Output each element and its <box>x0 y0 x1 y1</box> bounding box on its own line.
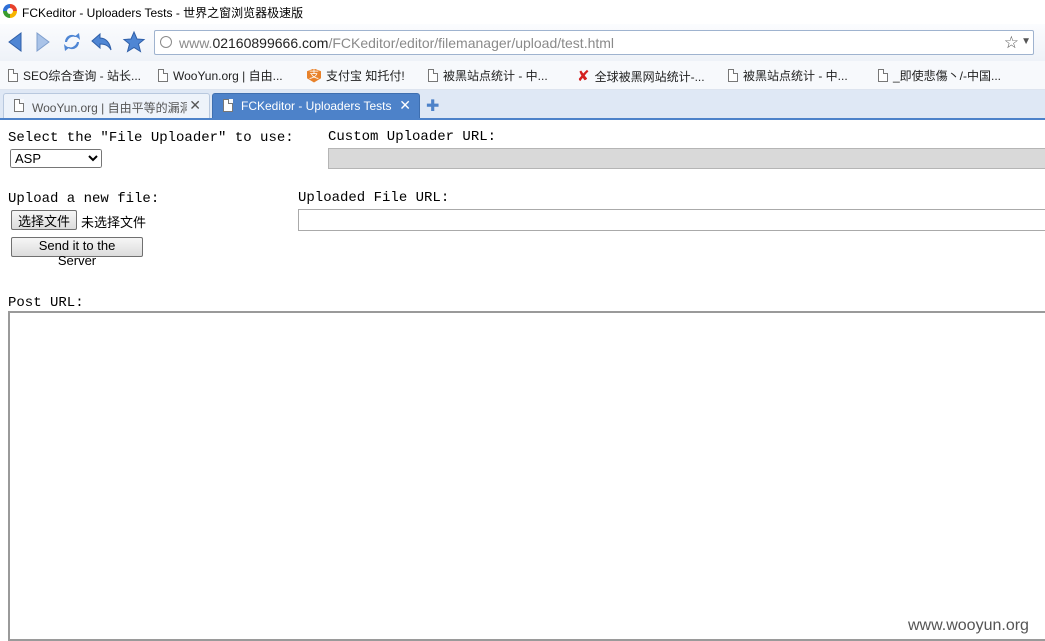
close-tab-icon[interactable]: ✕ <box>399 97 411 114</box>
uploaded-file-url-input[interactable] <box>298 209 1045 231</box>
uploader-select[interactable]: ASP <box>10 149 102 168</box>
send-to-server-button[interactable]: Send it to the Server <box>11 237 143 268</box>
dropdown-arrow-icon[interactable]: ▼ <box>1021 36 1031 47</box>
page-icon <box>14 99 24 112</box>
bookmark-item[interactable]: 支支付宝 知托付! <box>307 67 405 84</box>
bookmark-item[interactable]: 被黑站点统计 - 中... <box>728 67 848 84</box>
bookmark-item[interactable]: ✘ 全球被黑网站统计-... <box>577 67 705 85</box>
title-bar: FCKeditor - Uploaders Tests - 世界之窗浏览器极速版 <box>0 0 1045 24</box>
bookmark-item[interactable]: _即使悲傷丶/-中国... <box>878 67 1001 84</box>
uploaded-file-url-label: Uploaded File URL: <box>298 190 450 206</box>
bookmark-item[interactable]: 被黑站点统计 - 中... <box>428 67 548 84</box>
forward-arrow-icon <box>36 32 50 52</box>
star-icon <box>122 30 146 53</box>
page-icon <box>878 69 888 82</box>
back-arrow-icon <box>8 32 22 52</box>
tab-label: WooYun.org | 自由平等的漏洞 <box>32 101 187 115</box>
url-text[interactable]: www.02160899666.com/FCKeditor/editor/fil… <box>179 35 614 51</box>
back-button[interactable] <box>4 30 28 54</box>
new-tab-icon[interactable]: ✚ <box>426 96 439 116</box>
refresh-button[interactable] <box>60 30 84 54</box>
tab-wooyun[interactable]: WooYun.org | 自由平等的漏洞 ✕ <box>3 93 210 118</box>
page-icon <box>428 69 438 82</box>
forward-button[interactable] <box>30 30 54 54</box>
undo-close-button[interactable] <box>90 30 114 54</box>
watermark-text: www.wooyun.org <box>908 617 1029 634</box>
browser-logo-icon <box>3 4 17 18</box>
address-bar[interactable]: www.02160899666.com/FCKeditor/editor/fil… <box>154 30 1034 55</box>
bookmark-item[interactable]: WooYun.org | 自由... <box>158 67 283 84</box>
alipay-icon: 支 <box>307 68 321 83</box>
bookmark-star-icon[interactable]: ☆ <box>1004 33 1019 53</box>
page-icon <box>728 69 738 82</box>
page-icon <box>8 69 18 82</box>
close-tab-icon[interactable]: ✕ <box>189 97 201 114</box>
globe-icon <box>160 36 172 48</box>
undo-icon <box>91 32 112 51</box>
post-url-label: Post URL: <box>8 295 84 311</box>
navigation-toolbar: www.02160899666.com/FCKeditor/editor/fil… <box>0 24 1045 61</box>
page-icon <box>158 69 168 82</box>
post-url-textarea[interactable] <box>8 311 1045 641</box>
select-uploader-label: Select the "File Uploader" to use: <box>8 130 294 146</box>
custom-uploader-url-label: Custom Uploader URL: <box>328 129 497 145</box>
upload-new-file-label: Upload a new file: <box>8 191 160 207</box>
favorites-button[interactable] <box>122 30 146 54</box>
window-title: FCKeditor - Uploaders Tests - 世界之窗浏览器极速版 <box>22 6 304 20</box>
tab-strip: WooYun.org | 自由平等的漏洞 ✕ FCKeditor - Uploa… <box>0 90 1045 120</box>
page-icon <box>223 99 233 112</box>
bookmarks-bar: SEO综合查询 - 站长... WooYun.org | 自由... 支支付宝 … <box>0 61 1045 90</box>
no-file-chosen-text: 未选择文件 <box>81 215 147 230</box>
custom-uploader-url-input[interactable] <box>328 148 1045 169</box>
refresh-icon <box>64 33 80 51</box>
tab-fckeditor[interactable]: FCKeditor - Uploaders Tests ✕ <box>212 93 420 118</box>
red-x-icon: ✘ <box>577 68 590 85</box>
tab-label: FCKeditor - Uploaders Tests <box>241 99 392 113</box>
bookmark-item[interactable]: SEO综合查询 - 站长... <box>8 67 141 84</box>
choose-file-button[interactable]: 选择文件 <box>11 210 77 230</box>
